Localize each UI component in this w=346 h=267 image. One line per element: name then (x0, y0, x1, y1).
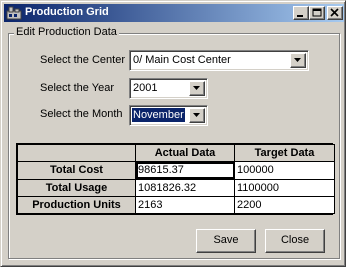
center-value: 0/ Main Cost Center (133, 54, 231, 66)
title-bar[interactable]: Production Grid (4, 4, 344, 22)
actual-data-header[interactable]: Actual Data (135, 143, 235, 163)
production-grid-window: Production Grid Edit Production Data Sel… (0, 0, 346, 267)
row-header-total-cost[interactable]: Total Cost (17, 161, 136, 180)
maximize-button[interactable] (309, 6, 325, 20)
year-dropdown-button[interactable] (189, 81, 205, 96)
close-window-button[interactable] (327, 6, 343, 20)
year-select[interactable]: 2001 (129, 78, 208, 99)
production-grid: Actual Data Target Data Total Cost 98615… (16, 143, 335, 215)
year-label: Select the Year (40, 82, 115, 94)
month-dropdown-button[interactable] (189, 108, 205, 123)
window-title: Production Grid (25, 6, 109, 18)
save-button[interactable]: Save (196, 229, 256, 253)
groupbox-label: Edit Production Data (14, 26, 119, 38)
cell-production-units-actual[interactable]: 2163 (135, 195, 235, 215)
minimize-button[interactable] (293, 6, 309, 20)
cell-total-usage-actual[interactable]: 1081826.32 (135, 178, 235, 197)
cell-total-cost-actual[interactable]: 98615.37 (135, 161, 235, 180)
chevron-down-icon (294, 58, 301, 62)
cell-total-usage-target[interactable]: 1100000 (234, 178, 335, 197)
center-label: Select the Center (40, 54, 125, 66)
chevron-down-icon (193, 113, 200, 117)
grid-corner-header (17, 143, 136, 163)
row-header-total-usage[interactable]: Total Usage (17, 178, 136, 197)
cell-production-units-target[interactable]: 2200 (234, 195, 335, 215)
maximize-icon (312, 8, 322, 17)
minimize-icon (297, 15, 303, 17)
cell-total-cost-target[interactable]: 100000 (234, 161, 335, 180)
close-button[interactable]: Close (265, 229, 325, 253)
chevron-down-icon (193, 86, 200, 90)
month-select[interactable]: November (129, 105, 208, 126)
month-label: Select the Month (40, 108, 123, 120)
year-value: 2001 (133, 82, 158, 94)
table-row: Production Units 2163 2200 (17, 195, 335, 215)
center-dropdown-button[interactable] (290, 53, 306, 68)
center-select[interactable]: 0/ Main Cost Center (129, 50, 309, 71)
table-row: Total Usage 1081826.32 1100000 (17, 178, 335, 197)
month-value: November (131, 107, 186, 123)
row-header-production-units[interactable]: Production Units (17, 195, 136, 215)
table-row: Total Cost 98615.37 100000 (17, 161, 335, 180)
app-icon (6, 5, 22, 21)
grid-header-row: Actual Data Target Data (17, 143, 335, 163)
target-data-header[interactable]: Target Data (234, 143, 335, 163)
close-icon (330, 8, 339, 17)
